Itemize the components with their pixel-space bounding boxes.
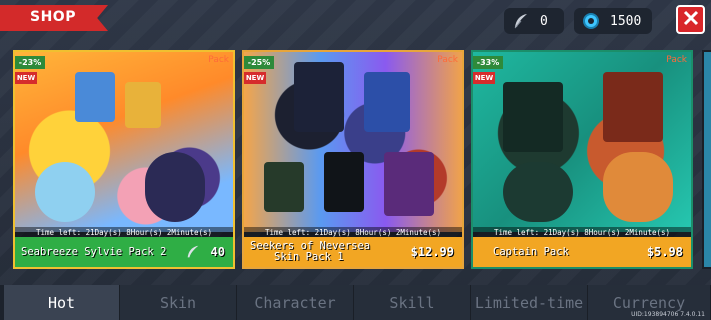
character-sprite — [264, 162, 304, 212]
pack-tag: Pack — [666, 55, 687, 65]
character-sprite — [384, 152, 434, 216]
shop-title-banner: SHOP — [0, 5, 108, 31]
price-bar[interactable]: Captain Pack $5.98 — [473, 237, 691, 267]
price-value: $12.99 — [410, 245, 454, 259]
pack-tag: Pack — [437, 55, 458, 65]
tab-label: Limited-time — [474, 293, 584, 312]
character-sprite — [503, 82, 563, 152]
shop-card-partial[interactable] — [702, 50, 711, 269]
tab-label: Skill — [389, 293, 435, 312]
card-artwork — [473, 52, 691, 232]
pack-title: Seabreeze Sylvie Pack 2 — [21, 237, 166, 267]
character-portrait — [145, 152, 205, 222]
close-icon — [683, 10, 699, 30]
tab-hot[interactable]: Hot — [4, 285, 120, 320]
price-label: $12.99 — [411, 237, 454, 267]
uid-version-label: UID:193894706 7.4.0.11 — [631, 311, 705, 318]
new-badge: NEW — [473, 72, 495, 84]
shop-card-captain-pack[interactable]: -33% NEW Pack Time left: 21Day(s) 8Hour(… — [471, 50, 693, 269]
character-sprite — [603, 72, 663, 142]
tab-skill[interactable]: Skill — [354, 285, 471, 320]
tab-skin[interactable]: Skin — [120, 285, 237, 320]
character-sprite — [75, 72, 115, 122]
gem-count: 1500 — [610, 13, 642, 29]
feather-currency[interactable]: 0 — [504, 8, 564, 34]
card-artwork — [15, 52, 233, 232]
pack-tag: Pack — [208, 55, 229, 65]
pack-title: Captain Pack — [479, 237, 569, 267]
shop-card-seekers-of-neversea[interactable]: -25% NEW Pack Time left: 21Day(s) 8Hour(… — [242, 50, 464, 269]
discount-badge: -23% — [15, 56, 45, 69]
gem-icon — [580, 10, 602, 32]
price-value: 40 — [210, 245, 225, 259]
feather-icon — [185, 244, 201, 260]
character-sprite — [364, 72, 410, 132]
tab-limited-time[interactable]: Limited-time — [471, 285, 588, 320]
character-sprite — [125, 82, 161, 128]
discount-badge: -33% — [473, 56, 503, 69]
tab-label: Skin — [159, 293, 197, 312]
feather-icon — [510, 10, 532, 32]
price-bar[interactable]: Seekers of Neversea Skin Pack 1 $12.99 — [244, 237, 462, 267]
pack-title-line1: Seabreeze Sylvie Pack 2 — [21, 245, 167, 258]
page-title: SHOP — [30, 9, 76, 25]
shop-card-seabreeze-sylvie[interactable]: -23% NEW Pack Time left: 21Day(s) 8Hour(… — [13, 50, 235, 269]
tab-label: Character — [254, 293, 336, 312]
tab-label: Currency — [612, 293, 686, 312]
pack-title-line1: Captain Pack — [493, 245, 569, 258]
character-sprite — [294, 62, 344, 132]
close-button[interactable] — [676, 5, 705, 34]
new-badge: NEW — [244, 72, 266, 84]
price-value: $5.98 — [646, 245, 683, 259]
price-label: 40 — [185, 237, 225, 267]
category-tabs: Hot Skin Character Skill Limited-time Cu… — [0, 285, 711, 320]
character-portrait — [503, 162, 573, 222]
gem-currency[interactable]: 1500 — [574, 8, 652, 34]
pack-title-line2: Skin Pack 1 — [274, 251, 344, 263]
new-badge: NEW — [15, 72, 37, 84]
character-portrait — [603, 152, 673, 222]
character-portrait — [35, 162, 95, 222]
card-artwork — [244, 52, 462, 232]
feather-count: 0 — [540, 13, 548, 29]
discount-badge: -25% — [244, 56, 274, 69]
price-label: $5.98 — [647, 237, 683, 267]
character-sprite — [324, 152, 364, 212]
tab-character[interactable]: Character — [237, 285, 354, 320]
pack-title: Seekers of Neversea Skin Pack 1 — [250, 237, 370, 267]
tab-label: Hot — [47, 293, 76, 312]
price-bar[interactable]: Seabreeze Sylvie Pack 2 40 — [15, 237, 233, 267]
